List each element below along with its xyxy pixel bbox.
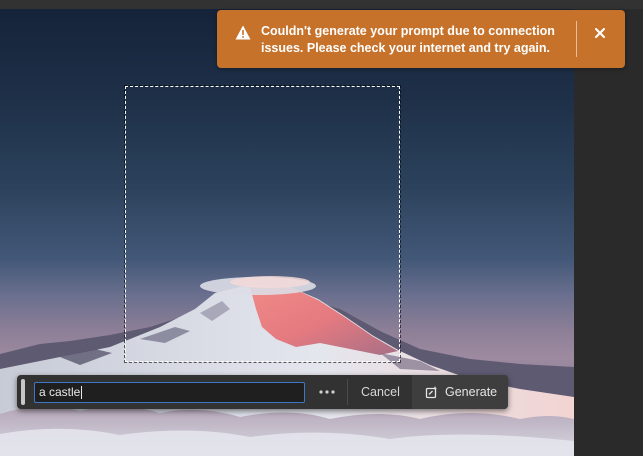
generate-icon	[425, 386, 438, 399]
generate-button-label: Generate	[445, 385, 498, 399]
warning-icon	[235, 25, 251, 40]
text-caret	[81, 385, 83, 399]
generate-button[interactable]: Generate	[412, 375, 508, 409]
prompt-input[interactable]: a castle	[34, 381, 305, 403]
more-options-button[interactable]	[315, 380, 339, 404]
ellipsis-icon	[319, 390, 335, 394]
app-window: a castle Cancel Generate Couldn't genera…	[0, 0, 643, 456]
taskbar-divider	[347, 379, 348, 405]
toast-divider	[576, 21, 577, 57]
selection-marquee[interactable]	[124, 85, 401, 363]
toast-message: Couldn't generate your prompt due to con…	[261, 24, 555, 55]
drag-handle[interactable]	[21, 379, 25, 405]
cancel-button[interactable]: Cancel	[361, 385, 400, 399]
toast-close-button[interactable]	[591, 24, 609, 42]
error-toast: Couldn't generate your prompt due to con…	[217, 10, 625, 68]
right-panel	[574, 9, 643, 456]
close-icon	[595, 28, 605, 38]
contextual-task-bar: a castle Cancel Generate	[17, 375, 508, 409]
top-bar	[0, 0, 643, 9]
prompt-input-value: a castle	[39, 385, 81, 399]
